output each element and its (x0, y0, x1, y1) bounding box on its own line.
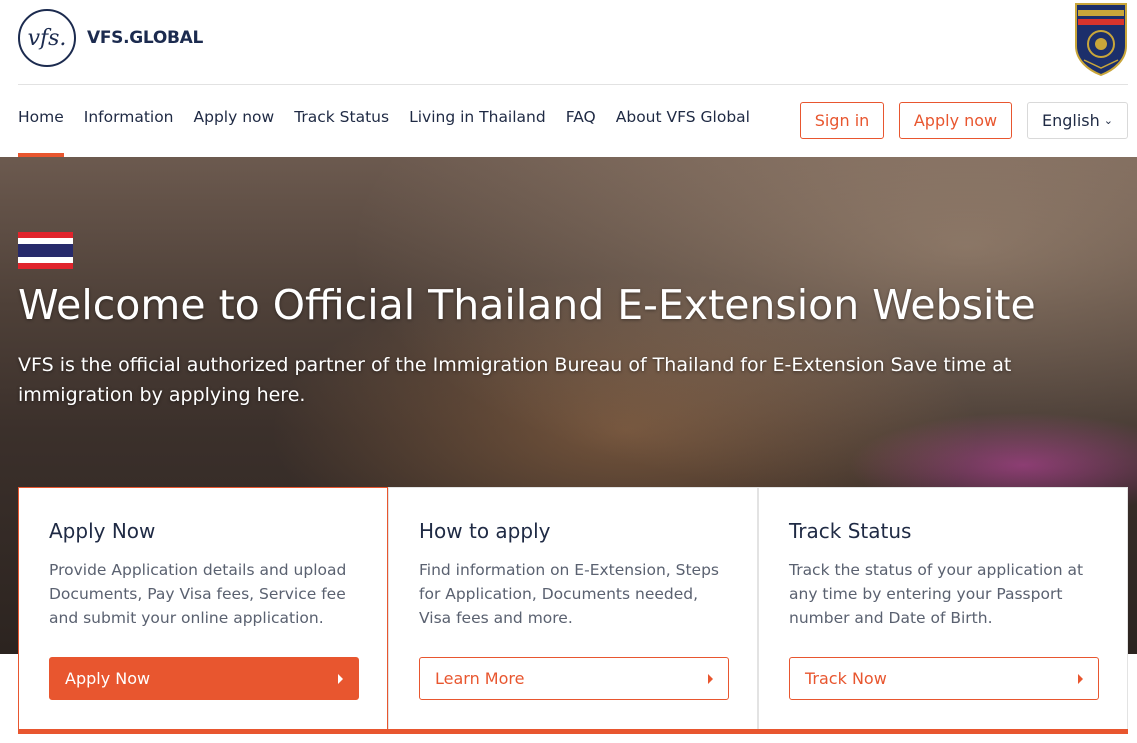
learn-more-button[interactable]: Learn More (419, 657, 729, 700)
button-label: Learn More (435, 669, 525, 688)
vfs-logo[interactable]: vfs. VFS.GLOBAL (18, 9, 203, 67)
hero-title: Welcome to Official Thailand E-Extension… (18, 281, 1036, 329)
card-track-status: Track Status Track the status of your ap… (758, 487, 1128, 734)
nav-item-information[interactable]: Information (84, 108, 174, 157)
card-title: How to apply (419, 519, 551, 543)
track-now-button[interactable]: Track Now (789, 657, 1099, 700)
card-how-to-apply: How to apply Find information on E-Exten… (388, 487, 758, 734)
apply-now-button[interactable]: Apply Now (49, 657, 359, 700)
vfs-logo-mark: vfs. (18, 9, 76, 67)
sign-in-button[interactable]: Sign in (800, 102, 884, 139)
caret-right-icon (708, 673, 713, 684)
nav-item-home[interactable]: Home (18, 108, 64, 157)
apply-now-header-button[interactable]: Apply now (899, 102, 1012, 139)
hero-subtitle: VFS is the official authorized partner o… (18, 354, 1012, 406)
vfs-logo-text: VFS.GLOBAL (87, 28, 204, 48)
card-apply-now: Apply Now Provide Application details an… (18, 487, 388, 734)
nav-item-track-status[interactable]: Track Status (294, 108, 389, 157)
card-title: Track Status (789, 519, 912, 543)
caret-right-icon (338, 673, 343, 684)
service-cards: Apply Now Provide Application details an… (18, 487, 1128, 734)
chevron-down-icon: ⌄ (1103, 114, 1113, 127)
nav-item-faq[interactable]: FAQ (566, 108, 596, 157)
button-label: Apply Now (65, 669, 151, 688)
nav-item-about-vfs-global[interactable]: About VFS Global (616, 108, 750, 157)
language-label: English (1042, 111, 1100, 130)
nav-item-living-in-thailand[interactable]: Living in Thailand (409, 108, 546, 157)
card-description: Provide Application details and upload D… (49, 561, 347, 627)
button-label: Track Now (805, 669, 887, 688)
header-divider (18, 84, 1128, 85)
thailand-flag-icon (18, 232, 73, 269)
caret-right-icon (1078, 673, 1083, 684)
nav-item-apply-now[interactable]: Apply now (194, 108, 275, 157)
card-title: Apply Now (49, 519, 156, 543)
main-nav: Home Information Apply now Track Status … (18, 108, 770, 157)
royal-thai-police-emblem-icon (1075, 3, 1127, 76)
cards-bottom-accent-bar (18, 729, 1128, 734)
card-description: Find information on E-Extension, Steps f… (419, 561, 720, 627)
language-selector[interactable]: English ⌄ (1027, 102, 1128, 139)
card-description: Track the status of your application at … (789, 561, 1084, 627)
